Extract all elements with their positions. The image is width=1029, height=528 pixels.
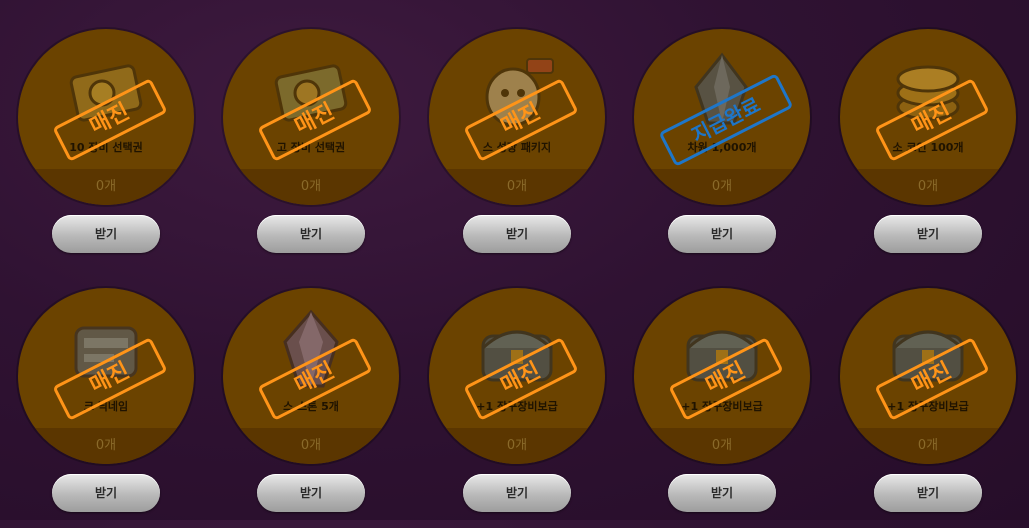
reward-item: +1 장구장비보급 0개 매진 받기	[429, 288, 605, 528]
reward-item: +1 장구장비보급 0개 매진 받기	[840, 288, 1016, 528]
reward-circle: 스 스톤 5개 0개 매진	[223, 288, 399, 464]
reward-item: +1 장구장비보급 0개 매진 받기	[634, 288, 810, 528]
reward-circle: +1 장구장비보급 0개 매진	[634, 288, 810, 464]
reward-item: 크 닉네임 0개 매진 받기	[18, 288, 194, 528]
reward-circle: +1 장구장비보급 0개 매진	[840, 288, 1016, 464]
reward-circle: 소 코인 100개 0개 매진	[840, 29, 1016, 205]
item-quantity: 0개	[917, 438, 939, 453]
item-quantity: 0개	[506, 438, 528, 453]
item-quantity: 0개	[95, 438, 117, 453]
reward-grid: 10 장비 선택권 0개 매진 받기 고 장비 선택권 0개 매진 받기 스 성…	[0, 0, 1029, 520]
reward-circle: 차원 1,000개 0개 지급완료	[634, 29, 810, 205]
reward-item: 소 코인 100개 0개 매진 받기	[840, 29, 1016, 269]
receive-button[interactable]: 받기	[257, 474, 365, 512]
reward-circle: 크 닉네임 0개 매진	[18, 288, 194, 464]
receive-button[interactable]: 받기	[668, 215, 776, 253]
receive-button[interactable]: 받기	[257, 215, 365, 253]
reward-circle: 고 장비 선택권 0개 매진	[223, 29, 399, 205]
receive-button[interactable]: 받기	[52, 215, 160, 253]
receive-button[interactable]: 받기	[668, 474, 776, 512]
receive-button[interactable]: 받기	[874, 474, 982, 512]
reward-item: 스 성장 패키지 0개 매진 받기	[429, 29, 605, 269]
receive-button[interactable]: 받기	[463, 215, 571, 253]
receive-button[interactable]: 받기	[52, 474, 160, 512]
reward-circle: +1 장구장비보급 0개 매진	[429, 288, 605, 464]
item-quantity: 0개	[95, 179, 117, 194]
receive-button[interactable]: 받기	[463, 474, 571, 512]
item-quantity: 0개	[711, 179, 733, 194]
receive-button[interactable]: 받기	[874, 215, 982, 253]
item-quantity: 0개	[300, 438, 322, 453]
reward-item: 스 스톤 5개 0개 매진 받기	[223, 288, 399, 528]
reward-circle: 스 성장 패키지 0개 매진	[429, 29, 605, 205]
item-quantity: 0개	[300, 179, 322, 194]
reward-circle: 10 장비 선택권 0개 매진	[18, 29, 194, 205]
item-quantity: 0개	[917, 179, 939, 194]
item-quantity: 0개	[506, 179, 528, 194]
item-quantity: 0개	[711, 438, 733, 453]
reward-item: 고 장비 선택권 0개 매진 받기	[223, 29, 399, 269]
reward-item: 10 장비 선택권 0개 매진 받기	[18, 29, 194, 269]
reward-item: 차원 1,000개 0개 지급완료 받기	[634, 29, 810, 269]
